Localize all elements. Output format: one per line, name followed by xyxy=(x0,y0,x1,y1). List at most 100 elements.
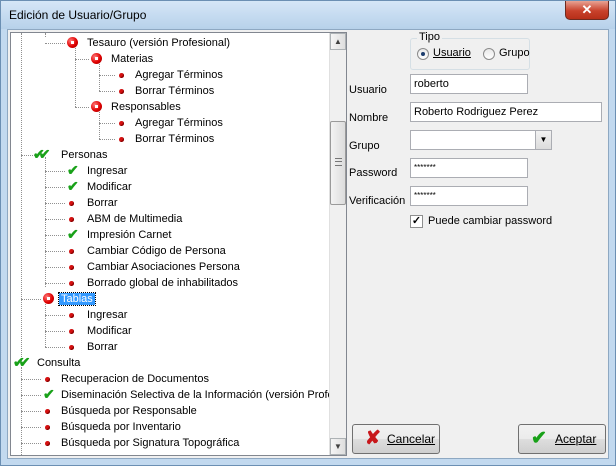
puede-cambiar-label[interactable]: Puede cambiar password xyxy=(428,215,552,227)
red-dot-small-icon xyxy=(45,441,50,446)
tree-connector xyxy=(99,109,100,139)
double-check-icon: ✔✔ xyxy=(13,354,31,370)
tree-connector xyxy=(45,301,46,347)
tree-item[interactable]: ABM de Multimedia xyxy=(85,211,184,227)
tree-item-label: Modificar xyxy=(87,325,132,337)
tree-connector xyxy=(21,443,41,444)
tree-item-label: Cambiar Asociaciones Persona xyxy=(87,261,240,273)
tree-item[interactable]: Personas xyxy=(59,147,109,163)
tree-item[interactable]: Búsqueda por Signatura Topográfica xyxy=(59,435,241,451)
tree-item-label: Búsqueda por Inventario xyxy=(61,421,181,433)
check-icon: ✔ xyxy=(67,226,79,242)
verificacion-label: Verificación xyxy=(349,195,406,207)
tree-connector xyxy=(99,123,115,124)
tree-connector xyxy=(45,251,65,252)
tree-item[interactable]: Cambiar Asociaciones Persona xyxy=(85,259,242,275)
tree-item-label: Impresión Carnet xyxy=(87,229,172,241)
tree-item-label: Consulta xyxy=(37,357,81,369)
title-bar[interactable]: Edición de Usuario/Grupo ✕ xyxy=(1,1,615,29)
scrollbar-thumb[interactable] xyxy=(330,121,346,205)
tree-item[interactable]: Borrar Términos xyxy=(133,131,216,147)
tree-item-label: ABM de Multimedia xyxy=(87,213,183,225)
tree-item[interactable]: Borrar xyxy=(85,339,120,355)
tree-item[interactable]: Impresión Carnet xyxy=(85,227,173,243)
tree-item[interactable]: Tesauro (versión Profesional) xyxy=(85,35,232,51)
tree-item-label: Ingresar xyxy=(87,165,128,177)
cancel-button[interactable]: ✘ Cancelar xyxy=(352,424,440,454)
tree-item-label: Borrado global de inhabilitados xyxy=(87,277,239,289)
tree-content: Tesauro (versión Profesional) Materias A… xyxy=(11,33,329,455)
scroll-down-arrow-icon[interactable]: ▼ xyxy=(330,438,346,455)
permissions-tree[interactable]: Tesauro (versión Profesional) Materias A… xyxy=(10,32,347,456)
grupo-radio[interactable] xyxy=(483,48,495,60)
tree-item-selected[interactable]: Tablas xyxy=(58,291,96,307)
tree-item[interactable]: Materias xyxy=(109,51,155,67)
accept-button[interactable]: ✔ Aceptar xyxy=(518,424,606,454)
red-dot-small-icon xyxy=(69,329,74,334)
tree-item-label: Materias xyxy=(111,53,154,65)
tree-item[interactable]: Cambiar Código de Persona xyxy=(85,243,228,259)
tree-connector xyxy=(75,59,89,60)
accept-button-label: Aceptar xyxy=(555,432,597,446)
tree-item-label: Agregar Términos xyxy=(135,117,223,129)
tree-item[interactable]: Modificar xyxy=(85,323,134,339)
grip-icon xyxy=(335,158,342,166)
usuario-input[interactable]: roberto xyxy=(410,74,528,94)
tree-item-label: Borrar xyxy=(87,197,118,209)
tree-item[interactable]: Búsqueda por Responsable xyxy=(59,403,199,419)
close-button[interactable]: ✕ xyxy=(565,1,609,20)
tree-item-label: Borrar Términos xyxy=(135,133,215,145)
tree-item[interactable]: Recuperacion de Documentos xyxy=(59,371,211,387)
tree-item[interactable]: Borrado global de inhabilitados xyxy=(85,275,240,291)
tree-item[interactable]: Búsqueda por Inventario xyxy=(59,419,183,435)
tree-item-label: Recuperacion de Documentos xyxy=(61,373,209,385)
tree-item[interactable]: Ingresar xyxy=(85,307,129,323)
chevron-down-icon[interactable]: ▼ xyxy=(535,131,551,149)
usuario-radio[interactable] xyxy=(417,48,429,60)
red-dot-small-icon xyxy=(69,201,74,206)
tree-item-label: Borrar Términos xyxy=(135,85,215,97)
tree-item-label: Cambiar Código de Persona xyxy=(87,245,226,257)
tree-item[interactable]: Diseminación Selectiva de la Información… xyxy=(59,387,329,403)
tree-vertical-scrollbar[interactable]: ▲ ▼ xyxy=(329,33,346,455)
tree-connector xyxy=(45,235,65,236)
red-dot-big-icon xyxy=(91,101,102,112)
check-icon: ✔ xyxy=(67,178,79,194)
tree-connector xyxy=(21,33,22,361)
tree-connector xyxy=(45,267,65,268)
red-dot-small-icon xyxy=(119,121,124,126)
red-dot-small-icon xyxy=(119,89,124,94)
cancel-x-icon: ✘ xyxy=(365,428,381,449)
tipo-legend: Tipo xyxy=(417,31,442,43)
tree-item[interactable]: Modificar xyxy=(85,179,134,195)
dialog-client-area: Tesauro (versión Profesional) Materias A… xyxy=(7,29,609,459)
tree-item-label: Agregar Términos xyxy=(135,69,223,81)
nombre-input[interactable]: Roberto Rodriguez Perez xyxy=(410,102,602,122)
tree-connector xyxy=(45,315,65,316)
grupo-select[interactable]: ▼ xyxy=(410,130,552,150)
grupo-label: Grupo xyxy=(349,140,380,152)
tree-item[interactable]: Ingresar xyxy=(85,163,129,179)
tree-item[interactable]: Borrar Términos xyxy=(133,83,216,99)
red-dot-small-icon xyxy=(119,73,124,78)
red-dot-small-icon xyxy=(45,377,50,382)
scroll-up-arrow-icon[interactable]: ▲ xyxy=(330,33,346,50)
tree-connector xyxy=(21,379,41,380)
tree-item[interactable]: Consulta xyxy=(35,355,82,371)
usuario-radio-label[interactable]: Usuario xyxy=(433,47,471,59)
tree-connector xyxy=(75,45,76,107)
tree-item[interactable]: Borrar xyxy=(85,195,120,211)
tree-connector xyxy=(45,33,46,37)
tree-item-label: Responsables xyxy=(111,101,181,113)
red-dot-small-icon xyxy=(69,249,74,254)
grupo-radio-label[interactable]: Grupo xyxy=(499,47,530,59)
tree-item[interactable]: Agregar Términos xyxy=(133,67,225,83)
tree-item[interactable]: Agregar Términos xyxy=(133,115,225,131)
verificacion-input[interactable]: ******* xyxy=(410,186,528,206)
tree-item[interactable]: Responsables xyxy=(109,99,183,115)
red-dot-big-icon xyxy=(91,53,102,64)
red-dot-small-icon xyxy=(69,217,74,222)
tree-connector xyxy=(99,61,100,91)
puede-cambiar-checkbox[interactable]: ✓ xyxy=(410,215,423,228)
password-input[interactable]: ******* xyxy=(410,158,528,178)
